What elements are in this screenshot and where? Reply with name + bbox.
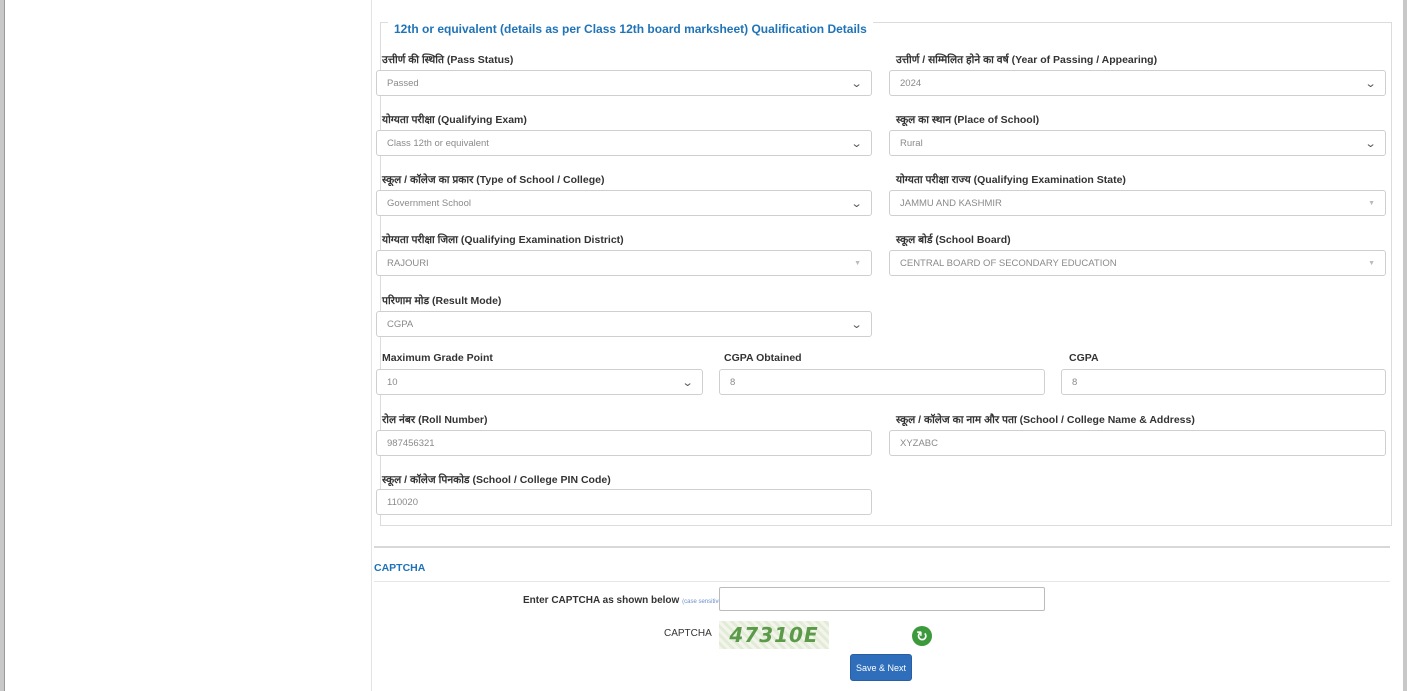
enter-captcha-text: Enter CAPTCHA as shown below bbox=[523, 595, 680, 606]
result-mode-value: CGPA bbox=[387, 318, 414, 330]
exam-district-select[interactable]: RAJOURI ▼ bbox=[376, 250, 872, 276]
cgpa-label: CGPA bbox=[1069, 352, 1099, 364]
type-of-school-label: स्कूल / कॉलेज का प्रकार (Type of School … bbox=[382, 174, 605, 186]
exam-state-label: योग्यता परीक्षा राज्य (Qualifying Examin… bbox=[896, 174, 1126, 186]
cgpa-obtained-input[interactable]: 8 bbox=[719, 369, 1045, 395]
school-name-address-label: स्कूल / कॉलेज का नाम और पता (School / Co… bbox=[896, 414, 1195, 426]
type-of-school-value: Government School bbox=[387, 197, 471, 209]
dropdown-arrow-icon: ▼ bbox=[1368, 199, 1375, 207]
pass-status-label: उत्तीर्ण की स्थिति (Pass Status) bbox=[382, 54, 514, 66]
refresh-icon[interactable]: ↻ bbox=[912, 626, 932, 646]
chevron-down-icon: ⌄ bbox=[850, 77, 863, 90]
max-grade-point-select[interactable]: 10 ⌄ bbox=[376, 369, 703, 395]
school-name-address-value: XYZABC bbox=[900, 437, 939, 449]
school-pin-value: 110020 bbox=[387, 496, 418, 508]
school-name-address-input[interactable]: XYZABC bbox=[889, 430, 1386, 456]
school-board-label: स्कूल बोर्ड (School Board) bbox=[896, 234, 1011, 246]
section-legend: 12th or equivalent (details as per Class… bbox=[388, 22, 873, 36]
result-mode-select[interactable]: CGPA ⌄ bbox=[376, 311, 872, 337]
chevron-down-icon: ⌄ bbox=[850, 137, 863, 150]
chevron-down-icon: ⌄ bbox=[1364, 77, 1377, 90]
captcha-heading-text: CAPTCHA bbox=[374, 562, 426, 574]
place-of-school-value: Rural bbox=[900, 137, 923, 149]
place-of-school-label: स्कूल का स्थान (Place of School) bbox=[896, 114, 1040, 126]
captcha-heading: CAPTCHA bbox=[374, 562, 1390, 582]
case-sensitive-note: (case sensitive) bbox=[682, 599, 724, 605]
cgpa-obtained-value: 8 bbox=[730, 376, 736, 388]
exam-state-value: JAMMU AND KASHMIR bbox=[900, 197, 1002, 209]
cgpa-obtained-label: CGPA Obtained bbox=[724, 352, 802, 364]
roll-number-input[interactable]: 987456321 bbox=[376, 430, 872, 456]
year-of-passing-value: 2024 bbox=[900, 77, 922, 89]
place-of-school-select[interactable]: Rural ⌄ bbox=[889, 130, 1386, 156]
pass-status-select[interactable]: Passed ⌄ bbox=[376, 70, 872, 96]
type-of-school-select[interactable]: Government School ⌄ bbox=[376, 190, 872, 216]
chevron-down-icon: ⌄ bbox=[850, 318, 863, 331]
year-of-passing-label: उत्तीर्ण / सम्मिलित होने का वर्ष (Year o… bbox=[896, 54, 1158, 66]
captcha-input[interactable] bbox=[719, 587, 1045, 611]
roll-number-value: 987456321 bbox=[387, 437, 435, 449]
captcha-code: 47310E bbox=[729, 623, 819, 647]
qualifying-exam-label: योग्यता परीक्षा (Qualifying Exam) bbox=[382, 114, 527, 126]
exam-district-value: RAJOURI bbox=[387, 257, 429, 269]
dropdown-arrow-icon: ▼ bbox=[1368, 259, 1375, 267]
roll-number-label: रोल नंबर (Roll Number) bbox=[382, 414, 488, 426]
section-divider bbox=[374, 546, 1390, 548]
chevron-down-icon: ⌄ bbox=[850, 197, 863, 210]
exam-district-label: योग्यता परीक्षा जिला (Qualifying Examina… bbox=[382, 234, 624, 246]
school-board-value: CENTRAL BOARD OF SECONDARY EDUCATION bbox=[900, 257, 1117, 269]
chevron-down-icon: ⌄ bbox=[1364, 137, 1377, 150]
school-board-select[interactable]: CENTRAL BOARD OF SECONDARY EDUCATION ▼ bbox=[889, 250, 1386, 276]
page-frame bbox=[4, 0, 1403, 691]
max-grade-point-value: 10 bbox=[387, 376, 398, 388]
chevron-down-icon: ⌄ bbox=[681, 376, 694, 389]
exam-state-select[interactable]: JAMMU AND KASHMIR ▼ bbox=[889, 190, 1386, 216]
dropdown-arrow-icon: ▼ bbox=[854, 259, 861, 267]
cgpa-input[interactable]: 8 bbox=[1061, 369, 1386, 395]
save-next-button[interactable]: Save & Next bbox=[850, 654, 912, 681]
enter-captcha-label: Enter CAPTCHA as shown below (case sensi… bbox=[523, 595, 724, 606]
captcha-label: CAPTCHA bbox=[664, 628, 712, 639]
qualifying-exam-select[interactable]: Class 12th or equivalent ⌄ bbox=[376, 130, 872, 156]
max-grade-point-label: Maximum Grade Point bbox=[382, 352, 493, 364]
pass-status-value: Passed bbox=[387, 77, 419, 89]
cgpa-value: 8 bbox=[1072, 376, 1078, 388]
captcha-image: 47310E bbox=[719, 621, 829, 649]
school-pin-input[interactable]: 110020 bbox=[376, 489, 872, 515]
school-pin-label: स्कूल / कॉलेज पिनकोड (School / College P… bbox=[382, 474, 611, 486]
year-of-passing-select[interactable]: 2024 ⌄ bbox=[889, 70, 1386, 96]
result-mode-label: परिणाम मोड (Result Mode) bbox=[382, 295, 502, 307]
qualifying-exam-value: Class 12th or equivalent bbox=[387, 137, 489, 149]
